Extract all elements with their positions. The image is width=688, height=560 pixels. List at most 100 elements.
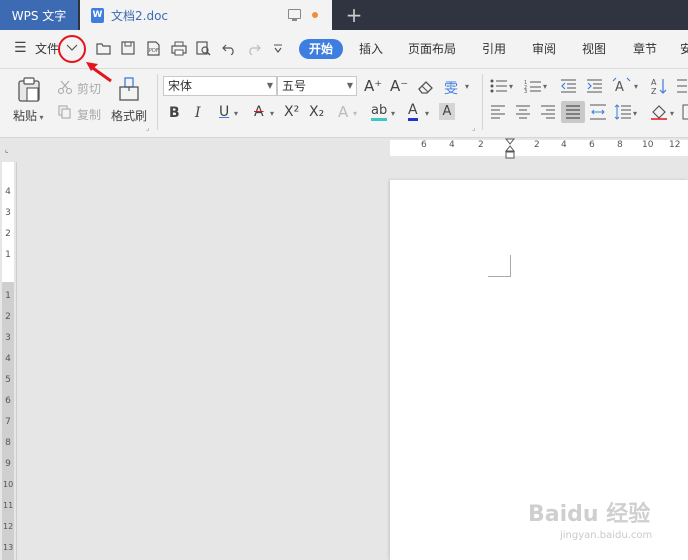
chevron-down-icon[interactable]: ▾ bbox=[634, 82, 638, 91]
chevron-down-icon: ▼ bbox=[346, 81, 353, 90]
tab-document[interactable]: W 文档2.doc bbox=[80, 0, 332, 30]
tab-review[interactable]: 审阅 bbox=[532, 41, 556, 57]
tab-stop-icon[interactable]: ⌞ bbox=[5, 145, 9, 154]
chevron-down-icon[interactable]: ▾ bbox=[633, 109, 637, 118]
format-painter-button[interactable]: 格式刷 bbox=[111, 107, 147, 124]
svg-text:A: A bbox=[615, 80, 624, 95]
ruler-tick: 13 bbox=[3, 543, 14, 552]
vertical-ruler-margin bbox=[2, 162, 14, 282]
chevron-down-icon[interactable]: ▾ bbox=[670, 109, 674, 118]
print-icon[interactable] bbox=[171, 41, 187, 56]
ruler-tick: 9 bbox=[5, 459, 11, 469]
sort-icon[interactable]: A Z bbox=[651, 77, 667, 95]
decrease-indent-icon[interactable] bbox=[560, 79, 577, 93]
italic-button[interactable]: I bbox=[195, 105, 201, 121]
ruler-tick: 7 bbox=[5, 417, 11, 427]
font-launcher-icon[interactable]: ⌟ bbox=[472, 124, 475, 132]
ruler-tick: 1 bbox=[5, 291, 11, 301]
subscript-button[interactable]: X₂ bbox=[309, 104, 324, 120]
tab-references[interactable]: 引用 bbox=[482, 41, 506, 57]
margin-corner-mark bbox=[510, 255, 511, 277]
chevron-down-icon[interactable]: ▾ bbox=[270, 109, 274, 118]
bullet-list-icon[interactable] bbox=[490, 79, 508, 93]
export-pdf-icon[interactable]: PDF bbox=[146, 41, 161, 56]
superscript-button[interactable]: X² bbox=[284, 104, 299, 120]
print-preview-icon[interactable] bbox=[196, 41, 212, 56]
border-icon[interactable] bbox=[682, 104, 688, 120]
file-menu-button[interactable]: 文件 bbox=[35, 41, 59, 57]
svg-text:Z: Z bbox=[651, 87, 657, 95]
font-color-button[interactable]: A bbox=[408, 103, 418, 121]
format-painter-icon[interactable] bbox=[118, 77, 140, 103]
ruler-tick: 10 bbox=[3, 480, 14, 489]
justify-button[interactable] bbox=[561, 101, 585, 123]
baidu-watermark: Baidu 经验 bbox=[528, 502, 651, 527]
clear-format-eraser-icon[interactable] bbox=[417, 79, 434, 94]
ruler-tick: 4 bbox=[5, 354, 11, 364]
chevron-down-icon[interactable]: ▾ bbox=[391, 109, 395, 118]
chevron-down-icon[interactable]: ▾ bbox=[425, 109, 429, 118]
copy-icon[interactable] bbox=[58, 105, 72, 119]
ruler-tick: 2 bbox=[5, 229, 11, 239]
align-right-icon[interactable] bbox=[540, 105, 556, 119]
save-icon[interactable] bbox=[121, 41, 136, 56]
annotation-arrow-icon bbox=[86, 62, 112, 83]
ruler-tick: 1 bbox=[5, 250, 11, 260]
tab-page-layout[interactable]: 页面布局 bbox=[408, 41, 456, 57]
clipboard-launcher-icon[interactable]: ⌟ bbox=[146, 124, 149, 132]
ruler-tick: 3 bbox=[5, 333, 11, 343]
bold-button[interactable]: B bbox=[169, 105, 180, 121]
copy-button[interactable]: 复制 bbox=[77, 106, 101, 123]
ribbon-separator bbox=[157, 74, 158, 130]
chevron-down-icon[interactable]: ▾ bbox=[353, 109, 357, 118]
chevron-down-icon: ▼ bbox=[266, 81, 273, 90]
line-spacing-icon[interactable] bbox=[614, 104, 632, 120]
text-effect-button[interactable]: A bbox=[338, 103, 348, 121]
hamburger-menu-icon[interactable]: ☰ bbox=[14, 40, 27, 56]
show-marks-icon[interactable] bbox=[676, 79, 688, 93]
chevron-down-icon[interactable]: ▾ bbox=[509, 82, 513, 91]
font-family-select[interactable]: 宋体 ▼ bbox=[163, 76, 277, 96]
text-direction-icon[interactable]: A bbox=[612, 77, 632, 95]
strikethrough-button[interactable]: A bbox=[254, 104, 264, 120]
monitor-icon[interactable] bbox=[288, 9, 301, 21]
paste-clipboard-icon[interactable] bbox=[16, 77, 42, 103]
tab-document-title: 文档2.doc bbox=[111, 8, 169, 23]
paste-button[interactable]: 粘贴 ▾ bbox=[13, 107, 44, 124]
align-left-icon[interactable] bbox=[490, 105, 506, 119]
ruler-tick: 2 bbox=[534, 140, 540, 150]
tab-security[interactable]: 安 bbox=[680, 41, 688, 57]
underline-button[interactable]: U bbox=[219, 104, 229, 120]
undo-icon[interactable] bbox=[222, 42, 236, 55]
customize-toolbar-icon[interactable] bbox=[273, 44, 283, 54]
align-center-icon[interactable] bbox=[515, 105, 531, 119]
distributed-align-icon[interactable] bbox=[589, 104, 607, 120]
phonetic-guide-button[interactable]: 雯 bbox=[444, 78, 458, 98]
open-folder-icon[interactable] bbox=[96, 41, 112, 55]
chevron-down-icon[interactable]: ▾ bbox=[465, 82, 469, 91]
new-tab-button[interactable]: + bbox=[343, 3, 365, 27]
ruler-tick: 10 bbox=[642, 140, 654, 150]
highlight-button[interactable]: ab bbox=[371, 104, 388, 121]
font-size-select[interactable]: 五号 ▼ bbox=[277, 76, 357, 96]
align-justify-icon bbox=[566, 105, 580, 119]
tab-wps-home[interactable]: WPS 文字 bbox=[0, 0, 78, 30]
character-shading-button[interactable]: A bbox=[439, 103, 455, 120]
ruler-tick: 6 bbox=[421, 140, 427, 150]
numbered-list-icon[interactable]: 1 2 3 bbox=[524, 79, 542, 93]
grow-font-button[interactable]: A⁺ bbox=[364, 77, 382, 95]
shrink-font-button[interactable]: A⁻ bbox=[390, 77, 408, 95]
tab-chapter[interactable]: 章节 bbox=[633, 41, 657, 57]
indent-marker-icon[interactable] bbox=[505, 138, 515, 160]
chevron-down-icon[interactable]: ▾ bbox=[543, 82, 547, 91]
ruler-tick: 8 bbox=[617, 140, 623, 150]
tab-start[interactable]: 开始 bbox=[299, 39, 343, 59]
increase-indent-icon[interactable] bbox=[586, 79, 603, 93]
tab-view[interactable]: 视图 bbox=[582, 41, 606, 57]
scissors-icon[interactable] bbox=[58, 80, 72, 94]
chevron-down-icon[interactable]: ▾ bbox=[234, 109, 238, 118]
shading-fill-icon[interactable] bbox=[650, 104, 668, 120]
tab-insert[interactable]: 插入 bbox=[359, 41, 383, 57]
redo-icon[interactable] bbox=[247, 42, 261, 55]
ruler-tick: 6 bbox=[5, 396, 11, 406]
